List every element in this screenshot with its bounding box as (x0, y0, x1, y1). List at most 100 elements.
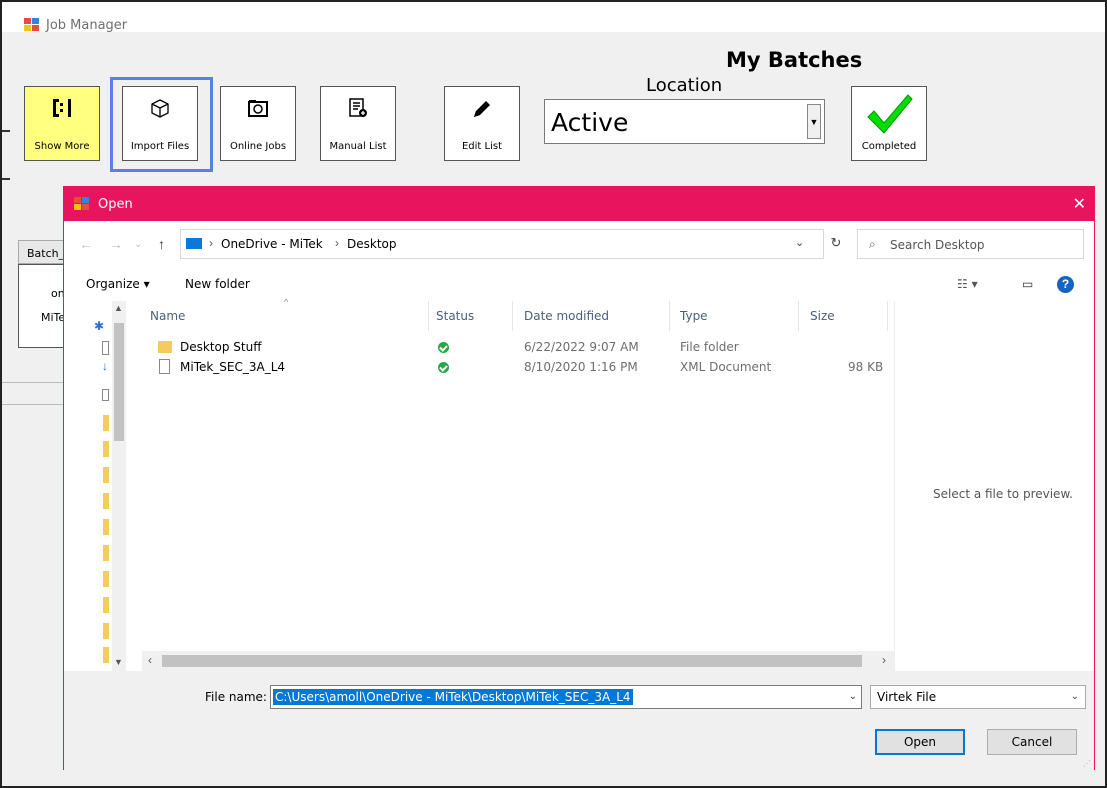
column-divider[interactable] (669, 301, 670, 331)
folder-icon[interactable] (103, 415, 109, 431)
folder-icon[interactable] (103, 545, 109, 561)
online-jobs-button[interactable]: Online Jobs (220, 86, 296, 161)
import-files-label: Import Files (130, 141, 190, 152)
scroll-down-icon[interactable]: ▼ (114, 657, 123, 667)
up-arrow-icon[interactable]: ↑ (158, 236, 165, 252)
page-heading: My Batches (726, 48, 863, 72)
file-date: 6/22/2022 9:07 AM (524, 340, 639, 354)
checkmark-icon (867, 94, 913, 134)
edit-list-button[interactable]: Edit List (444, 86, 520, 161)
completed-button[interactable]: Completed (851, 86, 927, 161)
column-header-status[interactable]: Status (436, 309, 474, 323)
search-placeholder: Search Desktop (890, 238, 985, 252)
document-icon[interactable] (102, 341, 109, 355)
file-row[interactable]: Desktop Stuff 6/22/2022 9:07 AM File fol… (148, 337, 888, 357)
scroll-thumb[interactable] (162, 655, 862, 667)
column-header-size[interactable]: Size (810, 309, 835, 323)
online-jobs-label: Online Jobs (229, 141, 287, 152)
column-divider[interactable] (512, 301, 513, 331)
column-header-type[interactable]: Type (680, 309, 708, 323)
open-file-dialog: Open ✕ ← → ⌄ ↑ › OneDrive - MiTek › Desk… (63, 186, 1095, 771)
file-type-dropdown[interactable]: Virtek File ⌄ (870, 685, 1086, 709)
view-options-icon[interactable]: ☷ ▾ (957, 277, 978, 291)
chevron-down-icon[interactable]: ⌄ (1071, 691, 1079, 702)
horizontal-scrollbar[interactable]: ‹ › (142, 651, 894, 671)
column-divider[interactable] (428, 301, 429, 331)
folder-icon[interactable] (103, 597, 109, 613)
title-bar: Job Manager (2, 2, 1105, 33)
open-button[interactable]: Open (875, 729, 965, 755)
search-box[interactable]: ⌕ Search Desktop (857, 229, 1084, 259)
pin-icon[interactable]: ✱ (94, 319, 104, 333)
file-name: MiTek_SEC_3A_L4 (180, 360, 286, 374)
help-icon[interactable]: ? (1057, 276, 1074, 293)
address-bar[interactable]: › OneDrive - MiTek › Desktop (180, 229, 824, 259)
document-icon[interactable] (102, 389, 109, 401)
window-title: Job Manager (46, 18, 128, 33)
folder-icon[interactable] (103, 519, 109, 535)
folder-icon[interactable] (103, 493, 109, 509)
show-more-button[interactable]: Show More (24, 86, 100, 161)
sync-status-icon (438, 362, 449, 373)
column-header-date[interactable]: Date modified (524, 309, 609, 323)
location-value: Active (551, 108, 629, 137)
breadcrumb-desktop[interactable]: Desktop (347, 237, 397, 251)
column-divider[interactable] (798, 301, 799, 331)
folder-icon[interactable] (103, 571, 109, 587)
frame-line (2, 382, 65, 383)
dialog-title-bar: Open ✕ (64, 187, 1094, 221)
batch-cell: MiTe (41, 311, 66, 324)
folder-icon[interactable] (103, 623, 109, 639)
file-row[interactable]: MiTek_SEC_3A_L4 8/10/2020 1:16 PM XML Do… (148, 357, 888, 377)
batch-tab[interactable]: Batch_ (18, 240, 68, 264)
sync-status-icon (438, 342, 449, 353)
refresh-icon[interactable]: ↻ (820, 229, 852, 259)
folder-icon (158, 341, 172, 353)
folder-download-icon (248, 100, 268, 117)
tree-scrollbar[interactable]: ▲ ▼ (112, 301, 126, 671)
app-icon (24, 18, 40, 32)
back-arrow-icon[interactable]: ← (79, 236, 93, 252)
document-icon (159, 359, 170, 374)
file-type: XML Document (680, 360, 772, 374)
scroll-thumb[interactable] (114, 323, 124, 441)
content-pane: ✱ ↓ ▲ ▼ ^ Name Status Date modified Type… (64, 297, 1094, 671)
forward-arrow-icon[interactable]: → (109, 236, 123, 252)
file-type-value: Virtek File (877, 690, 937, 704)
scroll-right-icon[interactable]: › (882, 653, 886, 667)
folder-icon[interactable] (103, 647, 109, 663)
manual-list-button[interactable]: Manual List (320, 86, 396, 161)
box-icon (151, 99, 169, 118)
folder-icon[interactable] (103, 467, 109, 483)
cancel-button[interactable]: Cancel (987, 729, 1077, 755)
organize-menu[interactable]: Organize ▾ (86, 277, 150, 291)
close-icon[interactable]: ✕ (1073, 194, 1086, 214)
chevron-down-icon[interactable]: ⌄ (795, 236, 804, 249)
manual-list-label: Manual List (329, 141, 387, 152)
dropdown-arrow-icon[interactable]: ▼ (807, 104, 821, 139)
column-divider[interactable] (887, 301, 888, 331)
frame-line (2, 130, 10, 132)
download-icon[interactable]: ↓ (102, 359, 108, 373)
dialog-title: Open (98, 197, 133, 212)
import-files-button[interactable]: Import Files (122, 86, 198, 161)
file-size: 98 KB (848, 360, 884, 374)
file-name-input[interactable]: C:\Users\amoll\OneDrive - MiTek\Desktop\… (270, 685, 862, 709)
pencil-icon (474, 101, 490, 117)
preview-pane-icon[interactable]: ▭ (1022, 277, 1033, 291)
new-folder-button[interactable]: New folder (185, 277, 250, 291)
frame-line (2, 404, 65, 405)
search-icon: ⌕ (869, 237, 876, 251)
resize-grip-icon[interactable]: ⋰ (1083, 759, 1091, 768)
file-name-label: File name: (205, 690, 267, 704)
scroll-left-icon[interactable]: ‹ (148, 653, 152, 667)
location-dropdown[interactable]: Active ▼ (544, 99, 825, 144)
breadcrumb-onedrive[interactable]: OneDrive - MiTek (221, 237, 323, 251)
folder-icon[interactable] (103, 441, 109, 457)
recent-locations-icon[interactable]: ⌄ (134, 239, 142, 250)
column-header-name[interactable]: Name (150, 309, 185, 323)
chevron-down-icon[interactable]: ⌄ (849, 691, 857, 702)
expand-icon (53, 99, 71, 117)
scroll-up-icon[interactable]: ▲ (114, 303, 123, 313)
navigation-bar: ← → ⌄ ↑ › OneDrive - MiTek › Desktop ⌄ ↻… (64, 221, 1094, 269)
